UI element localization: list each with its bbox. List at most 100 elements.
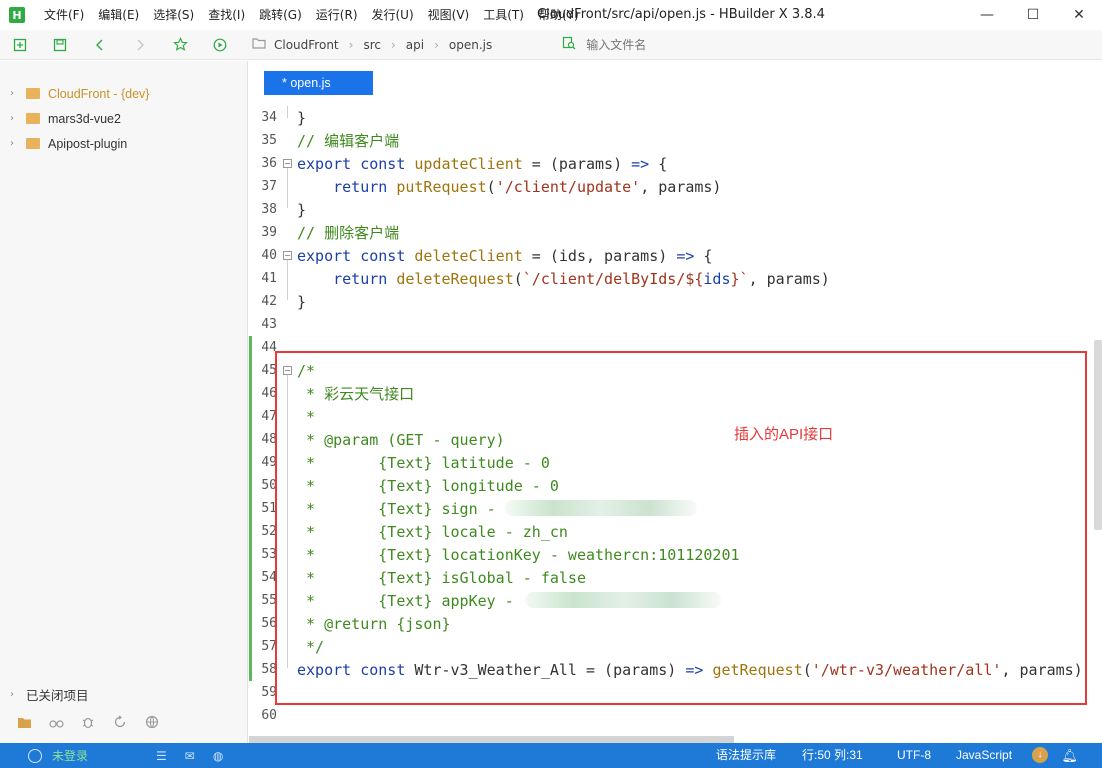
close-button[interactable]: ✕ bbox=[1056, 0, 1102, 30]
line-number: 46 bbox=[261, 386, 277, 401]
code-token: = (ids, params) bbox=[522, 246, 677, 265]
breadcrumb: CloudFront › src › api › open.js bbox=[252, 37, 492, 53]
code-token: ( bbox=[486, 177, 496, 196]
menu-tools[interactable]: 工具(T) bbox=[476, 0, 531, 30]
menu-help[interactable]: 帮助(Y) bbox=[531, 0, 586, 30]
folder-icon[interactable] bbox=[8, 716, 40, 733]
breadcrumb-open-js[interactable]: open.js bbox=[449, 38, 492, 52]
menu-view[interactable]: 视图(V) bbox=[421, 0, 477, 30]
code-token: deleteRequest bbox=[396, 269, 514, 288]
code-line[interactable]: 40− export const deleteClient = (ids, par… bbox=[249, 244, 1089, 267]
minimize-button[interactable]: — bbox=[964, 0, 1010, 30]
project-mars3d-vue2[interactable]: › mars3d-vue2 bbox=[0, 106, 247, 131]
star-icon[interactable] bbox=[160, 30, 200, 60]
maximize-button[interactable]: ☐ bbox=[1010, 0, 1056, 30]
code-line[interactable]: 43 bbox=[249, 313, 1089, 336]
syntax-library-button[interactable]: 语法提示库 bbox=[716, 743, 776, 768]
globe-settings-icon[interactable] bbox=[136, 715, 168, 733]
line-number: 42 bbox=[261, 294, 277, 309]
folder-icon bbox=[26, 88, 40, 99]
code-token: , params) bbox=[640, 177, 722, 196]
menu-find[interactable]: 查找(I) bbox=[201, 0, 252, 30]
code-line[interactable]: 36− export const updateClient = (params) … bbox=[249, 152, 1089, 175]
encoding-selector[interactable]: UTF-8 bbox=[897, 743, 931, 768]
closed-projects[interactable]: › 已关闭项目 bbox=[0, 681, 247, 707]
globe-icon[interactable]: ◍ bbox=[213, 749, 223, 763]
file-search bbox=[562, 36, 787, 54]
code-line[interactable]: 60 bbox=[249, 704, 1089, 727]
code-line[interactable]: 42} bbox=[249, 290, 1089, 313]
file-search-icon bbox=[562, 36, 576, 54]
project-apipost-plugin[interactable]: › Apipost-plugin bbox=[0, 131, 247, 156]
code-token: } bbox=[297, 200, 307, 219]
menu-run[interactable]: 运行(R) bbox=[309, 0, 365, 30]
chevron-right-icon[interactable]: › bbox=[10, 689, 26, 700]
menu-select[interactable]: 选择(S) bbox=[146, 0, 201, 30]
forward-icon[interactable] bbox=[120, 30, 160, 60]
message-icon[interactable]: ✉ bbox=[185, 749, 195, 763]
cursor-position[interactable]: 行:50 列:31 bbox=[802, 743, 863, 768]
code-line[interactable]: 35 // 编辑客户端 bbox=[249, 129, 1089, 152]
run-icon[interactable] bbox=[200, 30, 240, 60]
fold-toggle-icon[interactable]: − bbox=[283, 159, 292, 168]
bell-icon[interactable]: 🔔︎ bbox=[1061, 748, 1078, 764]
line-number: 35 bbox=[261, 133, 277, 148]
save-icon[interactable] bbox=[40, 30, 80, 60]
code-text: export const deleteClient = (ids, params… bbox=[297, 247, 712, 265]
breadcrumb-api[interactable]: api bbox=[406, 38, 424, 52]
line-number: 53 bbox=[261, 547, 277, 562]
code-line[interactable]: 39 // 删除客户端 bbox=[249, 221, 1089, 244]
bug-icon[interactable] bbox=[72, 715, 104, 733]
breadcrumb-cloudfront[interactable]: CloudFront bbox=[274, 38, 339, 52]
code-token: updateClient bbox=[414, 154, 523, 173]
file-search-input[interactable] bbox=[586, 37, 787, 52]
code-text: return putRequest('/client/update', para… bbox=[297, 178, 721, 196]
login-status[interactable]: 未登录 bbox=[28, 747, 88, 764]
menu-file[interactable]: 文件(F) bbox=[37, 0, 91, 30]
chevron-right-icon: › bbox=[434, 37, 439, 52]
line-number: 36 bbox=[261, 156, 277, 171]
tab-open-js[interactable]: * open.js bbox=[264, 71, 373, 95]
fold-toggle-icon[interactable]: − bbox=[283, 251, 292, 260]
language-selector[interactable]: JavaScript bbox=[956, 743, 1012, 768]
title-bar: H 文件(F) 编辑(E) 选择(S) 查找(I) 跳转(G) 运行(R) 发行… bbox=[0, 0, 1102, 30]
code-token: // 删除客户端 bbox=[297, 224, 400, 242]
code-token: putRequest bbox=[396, 177, 487, 196]
back-icon[interactable] bbox=[80, 30, 120, 60]
code-token: `/client/delByIds/${ bbox=[522, 269, 704, 288]
line-number: 38 bbox=[261, 202, 277, 217]
project-cloudfront[interactable]: › CloudFront - {dev} bbox=[0, 81, 247, 106]
code-token: const bbox=[360, 246, 406, 265]
code-line[interactable]: 38} bbox=[249, 198, 1089, 221]
code-line[interactable]: 34} bbox=[249, 106, 1089, 129]
vertical-scrollbar[interactable] bbox=[1094, 340, 1102, 530]
refresh-icon[interactable] bbox=[104, 715, 136, 733]
menu-edit[interactable]: 编辑(E) bbox=[91, 0, 146, 30]
line-number: 56 bbox=[261, 616, 277, 631]
line-number: 40 bbox=[261, 248, 277, 263]
chevron-right-icon[interactable]: › bbox=[10, 88, 26, 99]
menu-publish[interactable]: 发行(U) bbox=[365, 0, 421, 30]
code-line[interactable]: 41 return deleteRequest(`/client/delById… bbox=[249, 267, 1089, 290]
code-token: = (params) bbox=[522, 154, 632, 173]
binoculars-icon[interactable] bbox=[40, 716, 72, 733]
line-number: 45 bbox=[261, 363, 277, 378]
download-icon[interactable]: ↓ bbox=[1032, 747, 1048, 763]
menu-goto[interactable]: 跳转(G) bbox=[252, 0, 309, 30]
horizontal-scrollbar[interactable] bbox=[249, 736, 734, 743]
new-file-icon[interactable] bbox=[0, 30, 40, 60]
code-token: }` bbox=[730, 269, 749, 288]
list-icon[interactable]: ☰ bbox=[156, 749, 167, 763]
line-number: 54 bbox=[261, 570, 277, 585]
chevron-right-icon[interactable]: › bbox=[10, 113, 26, 124]
line-number: 51 bbox=[261, 501, 277, 516]
code-line[interactable]: 37 return putRequest('/client/update', p… bbox=[249, 175, 1089, 198]
line-number: 50 bbox=[261, 478, 277, 493]
breadcrumb-src[interactable]: src bbox=[363, 38, 381, 52]
chevron-right-icon[interactable]: › bbox=[10, 138, 26, 149]
line-number: 55 bbox=[261, 593, 277, 608]
